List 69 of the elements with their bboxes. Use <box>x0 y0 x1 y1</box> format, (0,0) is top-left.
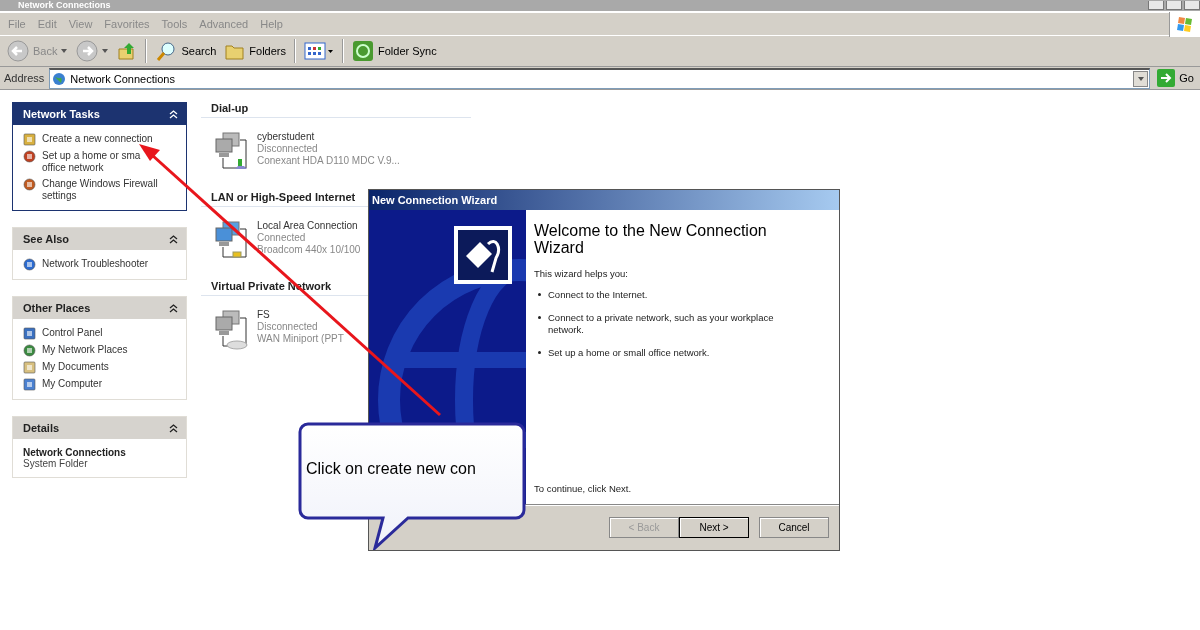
close-button[interactable] <box>1184 1 1200 10</box>
panel-title: Network Tasks <box>23 108 100 120</box>
bullet-icon <box>538 316 541 319</box>
connection-name[interactable]: cyberstudent <box>257 131 400 143</box>
go-button[interactable]: Go <box>1153 69 1198 87</box>
folder-icon <box>225 42 246 60</box>
task-icon <box>23 327 36 340</box>
bullet-icon <box>538 293 541 296</box>
minimize-button[interactable] <box>1148 1 1164 10</box>
bullet-icon <box>538 351 541 354</box>
task-icon <box>23 178 36 191</box>
task-link[interactable]: Change Windows Firewall settings <box>23 178 176 202</box>
task-link[interactable]: My Computer <box>23 378 176 391</box>
task-link[interactable]: My Network Places <box>23 344 176 357</box>
wizard-bullet: Set up a home or small office network. <box>548 347 710 359</box>
wizard-intro: This wizard helps you: <box>534 268 629 279</box>
restore-button[interactable] <box>1166 1 1182 10</box>
globe-icon <box>52 71 67 86</box>
connection-status: Connected <box>257 232 307 244</box>
connection-status: Disconnected <box>257 321 319 333</box>
caret-icon <box>1137 76 1144 81</box>
sync-button[interactable]: Folder Sync <box>349 38 440 64</box>
task-link[interactable]: My Documents <box>23 361 176 374</box>
task-icon <box>23 150 36 163</box>
dialog-title: New Connection Wizard <box>369 190 839 210</box>
callout-text: Click on create new con <box>306 460 476 478</box>
task-link[interactable]: Set up a home or sma office network <box>23 150 176 174</box>
connection-name[interactable]: FS <box>257 309 344 321</box>
dialog-button[interactable]: Cancel <box>759 517 829 538</box>
wizard-heading: Welcome to the New Connection Wizard <box>534 222 768 256</box>
connection-device: Broadcom 440x 10/100 <box>257 244 361 256</box>
globe-icon <box>23 344 36 357</box>
connection-device: Conexant HDA D110 MDC V.9... <box>257 155 400 167</box>
collapse-icon[interactable] <box>169 303 178 313</box>
caret-icon <box>102 49 109 53</box>
connection-device: WAN Miniport (PPT <box>257 333 344 345</box>
wizard-instruction: To continue, click Next. <box>534 483 633 494</box>
group-header: Dial-up <box>201 102 471 118</box>
task-link[interactable]: Create a new connection <box>23 133 176 146</box>
wizard-bullet: Connect to a private network, such as your workplace network. <box>548 312 775 336</box>
folders-button[interactable]: Folders <box>222 38 289 64</box>
connection-status: Disconnected <box>257 143 319 155</box>
dialog-button[interactable]: Next > <box>679 517 749 538</box>
panel-title: See Also <box>23 233 70 245</box>
details-type: System Folder <box>23 458 89 469</box>
collapse-icon[interactable] <box>169 423 178 433</box>
address-field[interactable]: Network Connections <box>49 67 1151 89</box>
panel-title: Details <box>23 422 60 434</box>
folder-icon <box>23 361 36 374</box>
sync-icon <box>352 40 374 62</box>
views-icon <box>304 41 334 61</box>
address-label: Address <box>3 72 46 84</box>
window-title: Network Connections <box>18 0 111 11</box>
task-link[interactable]: Control Panel <box>23 327 176 340</box>
task-icon <box>23 133 36 146</box>
network-connection-icon <box>213 309 249 351</box>
collapse-icon[interactable] <box>169 234 178 244</box>
dropdown-button[interactable] <box>1133 70 1149 87</box>
panel-title: Other Places <box>23 302 91 314</box>
connection-name[interactable]: Local Area Connection <box>257 220 361 232</box>
search-icon <box>155 40 178 62</box>
caret-icon <box>61 49 68 53</box>
details-name: Network Connections <box>23 447 127 458</box>
computer-icon <box>23 378 36 391</box>
task-link[interactable]: Network Troubleshooter <box>23 258 176 271</box>
network-cable-icon <box>454 226 512 284</box>
search-button[interactable]: Search <box>152 38 220 64</box>
info-icon <box>23 258 36 271</box>
wizard-bullet: Connect to the Internet. <box>548 289 648 301</box>
